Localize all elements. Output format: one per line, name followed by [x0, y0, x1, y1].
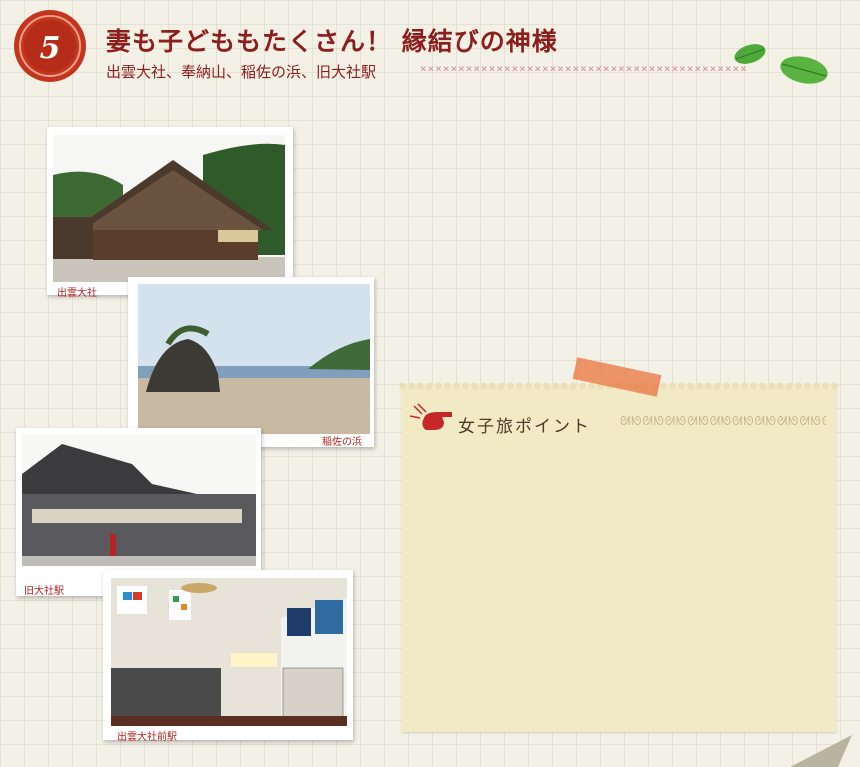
photo-caption: 稲佐の浜	[322, 437, 362, 448]
leaf-icon	[734, 44, 766, 64]
swirl-ornament: ᘛᘚᘛᘚᘛᘚᘛᘚᘛᘚᘛᘚᘛᘚᘛᘚᘛᘚᘛᘚᘛᘚ	[620, 414, 826, 428]
photo-izumo-taisha: 出雲大社	[47, 127, 293, 299]
page-subtitle: 出雲大社、奉納山、稲佐の浜、旧大社駅	[106, 63, 377, 81]
page-curl	[790, 733, 860, 767]
number-badge: 5	[14, 10, 86, 82]
note-heading: 女子旅ポイント	[458, 417, 591, 437]
photo-izumo-taisha-mae-station: 出雲大社前駅	[103, 570, 353, 743]
photo-caption: 出雲大社	[57, 288, 97, 299]
photo-inasa-beach: 稲佐の浜	[128, 277, 374, 448]
leaf-icon	[780, 56, 828, 84]
stitch-divider: ××××××××××××××××××××××××××××××××××××××××…	[420, 62, 748, 75]
photo-caption: 出雲大社前駅	[117, 732, 177, 743]
shrine-image	[53, 135, 285, 282]
station-image	[22, 434, 256, 566]
beach-image	[138, 284, 370, 434]
photo-caption: 旧大社駅	[24, 586, 64, 597]
page-title: 妻も子どももたくさん！ 縁結びの神様	[106, 27, 558, 56]
station-interior-image	[111, 578, 347, 726]
badge-number: 5	[40, 31, 61, 66]
pointing-hand-icon	[409, 403, 452, 430]
